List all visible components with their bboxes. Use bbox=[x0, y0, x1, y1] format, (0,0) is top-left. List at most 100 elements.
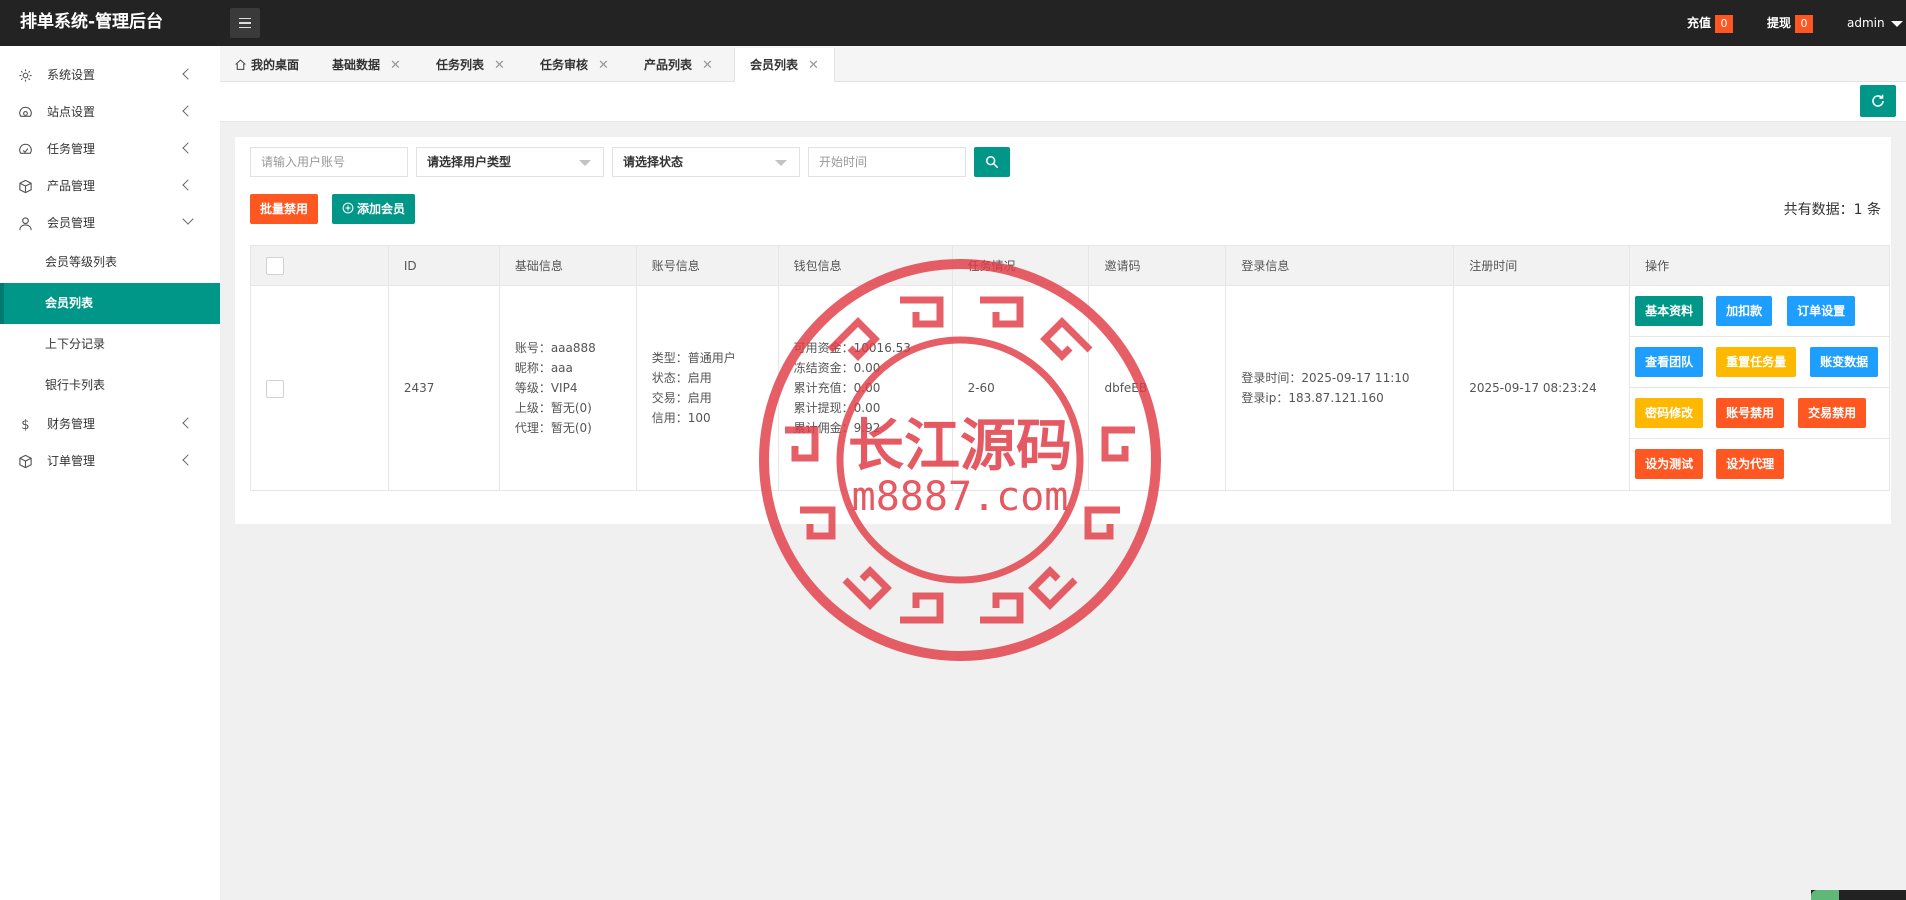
dropdown-arrow-icon bbox=[775, 160, 787, 166]
search-icon bbox=[985, 155, 999, 169]
sidebar-item-member-management[interactable]: 会员管理 bbox=[0, 205, 220, 242]
tab-label: 任务审核 bbox=[540, 58, 589, 72]
sidebar-item-label: 产品管理 bbox=[47, 179, 96, 193]
username: admin bbox=[1847, 16, 1885, 30]
home-icon bbox=[235, 59, 246, 70]
status-select[interactable]: 请选择状态 bbox=[612, 147, 800, 177]
cell-register-time: 2025-09-17 08:23:24 bbox=[1453, 285, 1631, 491]
balance-change-button[interactable]: 账变数据 bbox=[1810, 347, 1879, 377]
withdraw-label: 提现 bbox=[1767, 16, 1792, 30]
cell-task: 2-60 bbox=[951, 285, 1090, 491]
sidebar-item-system-settings[interactable]: 系统设置 bbox=[0, 57, 220, 94]
svg-text:$: $ bbox=[21, 418, 29, 432]
tab-member-list[interactable]: 会员列表 ✕ bbox=[734, 48, 835, 83]
top-header: 排单系统-管理后台 充值 0 提现 0 admin bbox=[0, 0, 1906, 46]
sidebar-subitem-member-levels[interactable]: 会员等级列表 bbox=[0, 242, 220, 283]
reset-tasks-button[interactable]: 重置任务量 bbox=[1716, 347, 1797, 377]
basic-account: 账号：aaa888 bbox=[514, 341, 596, 355]
tab-basic-data[interactable]: 基础数据 ✕ bbox=[332, 48, 401, 82]
account-type: 类型：普通用户 bbox=[651, 351, 736, 365]
start-time-input[interactable]: 开始时间 bbox=[808, 147, 966, 177]
product-icon bbox=[19, 179, 32, 194]
sidebar-subitem-balance-records[interactable]: 上下分记录 bbox=[0, 324, 220, 365]
op-row: 基本资料 加扣款 订单设置 bbox=[1630, 286, 1889, 337]
cell-wallet-info: 可用资金：10016.53 冻结资金：0.00 累计充值：0.00 累计提现：0… bbox=[777, 285, 953, 491]
member-table: ID 基础信息 账号信息 钱包信息 任务情况 邀请码 登录信息 注册时间 操作 … bbox=[250, 245, 1890, 491]
select-all-checkbox[interactable] bbox=[266, 256, 284, 275]
column-header: 基础信息 bbox=[498, 245, 637, 286]
plus-circle-icon bbox=[342, 202, 354, 214]
basic-nickname: 昵称：aaa bbox=[514, 361, 573, 375]
sidebar-item-product-management[interactable]: 产品管理 bbox=[0, 168, 220, 205]
sidebar-item-order-management[interactable]: 订单管理 bbox=[0, 443, 220, 480]
add-member-button[interactable]: 添加会员 bbox=[332, 194, 416, 224]
basic-profile-button[interactable]: 基本资料 bbox=[1635, 296, 1704, 326]
cell-account-info: 类型：普通用户 状态：启用 交易：启用 信用：100 bbox=[635, 285, 779, 491]
sidebar-subitem-member-list[interactable]: 会员列表 bbox=[0, 283, 220, 324]
tab-bar: 我的桌面 基础数据 ✕ 任务列表 ✕ 任务审核 ✕ 产品列表 ✕ 会员列表 ✕ bbox=[220, 46, 1906, 83]
member-list-panel: 请输入用户账号 请选择用户类型 请选择状态 开始时间 批量禁用 添加会员 共有数… bbox=[235, 137, 1891, 524]
sidebar-item-label: 站点设置 bbox=[47, 105, 96, 119]
sidebar-item-finance-management[interactable]: $ 财务管理 bbox=[0, 406, 220, 443]
sidebar-item-task-management[interactable]: 任务管理 bbox=[0, 131, 220, 168]
adjust-balance-button[interactable]: 加扣款 bbox=[1716, 296, 1773, 326]
app-title: 排单系统-管理后台 bbox=[20, 12, 164, 32]
set-agent-button[interactable]: 设为代理 bbox=[1716, 449, 1785, 479]
op-row: 密码修改 账号禁用 交易禁用 bbox=[1630, 388, 1889, 439]
tab-product-list[interactable]: 产品列表 ✕ bbox=[644, 48, 713, 82]
recharge-link[interactable]: 充值 0 bbox=[1687, 0, 1734, 46]
cell-invite-code: dbfeEB bbox=[1088, 285, 1227, 491]
tab-label: 会员列表 bbox=[750, 58, 799, 72]
tab-my-desktop[interactable]: 我的桌面 bbox=[234, 48, 299, 82]
chevron-left-icon bbox=[182, 68, 194, 80]
account-credit: 信用：100 bbox=[651, 411, 711, 425]
select-all-cell bbox=[250, 245, 389, 286]
disable-account-button[interactable]: 账号禁用 bbox=[1716, 398, 1785, 428]
task-icon bbox=[19, 143, 32, 154]
op-row: 设为测试 设为代理 bbox=[1630, 439, 1889, 490]
chevron-left-icon bbox=[182, 142, 194, 154]
sidebar-subitem-bank-cards[interactable]: 银行卡列表 bbox=[0, 365, 220, 406]
refresh-button[interactable] bbox=[1860, 85, 1896, 117]
wallet-total-commission: 累计佣金：9.92 bbox=[793, 421, 881, 435]
basic-parent: 上级：暂无(0) bbox=[514, 401, 592, 415]
corner-widget bbox=[1811, 890, 1906, 900]
close-icon[interactable]: ✕ bbox=[390, 58, 401, 73]
refresh-icon bbox=[1872, 94, 1884, 107]
sidebar-item-site-settings[interactable]: 站点设置 bbox=[0, 94, 220, 131]
user-type-value: 请选择用户类型 bbox=[427, 155, 512, 169]
close-icon[interactable]: ✕ bbox=[494, 58, 505, 73]
row-checkbox[interactable] bbox=[266, 379, 284, 398]
close-icon[interactable]: ✕ bbox=[598, 58, 609, 73]
account-search-input[interactable]: 请输入用户账号 bbox=[250, 147, 408, 177]
site-icon bbox=[19, 106, 32, 117]
chevron-left-icon bbox=[182, 417, 194, 429]
column-header: ID bbox=[387, 245, 500, 286]
batch-disable-button[interactable]: 批量禁用 bbox=[250, 194, 319, 224]
gear-icon bbox=[19, 69, 32, 82]
withdraw-link[interactable]: 提现 0 bbox=[1767, 0, 1814, 46]
column-header: 注册时间 bbox=[1453, 245, 1631, 286]
sidebar: 系统设置 站点设置 任务管理 产品管理 会员管理 会员等级列表 会员列表 上下分… bbox=[0, 46, 220, 900]
table-row: 2437 账号：aaa888 昵称：aaa 等级：VIP4 上级：暂无(0) 代… bbox=[250, 285, 1890, 491]
total-count: 共有数据：1 条 bbox=[1783, 202, 1881, 218]
order-settings-button[interactable]: 订单设置 bbox=[1787, 296, 1856, 326]
user-menu[interactable]: admin bbox=[1847, 0, 1903, 46]
change-password-button[interactable]: 密码修改 bbox=[1635, 398, 1704, 428]
cell-id: 2437 bbox=[387, 285, 500, 491]
view-team-button[interactable]: 查看团队 bbox=[1635, 347, 1704, 377]
set-test-button[interactable]: 设为测试 bbox=[1635, 449, 1704, 479]
add-member-label: 添加会员 bbox=[357, 202, 406, 216]
user-type-select[interactable]: 请选择用户类型 bbox=[416, 147, 604, 177]
tab-label: 我的桌面 bbox=[251, 58, 300, 72]
search-button[interactable] bbox=[974, 147, 1010, 177]
menu-toggle-button[interactable] bbox=[230, 8, 260, 38]
login-ip: 登录ip：183.87.121.160 bbox=[1241, 391, 1384, 405]
close-icon[interactable]: ✕ bbox=[808, 58, 819, 73]
account-trade: 交易：启用 bbox=[651, 391, 712, 405]
tab-task-list[interactable]: 任务列表 ✕ bbox=[436, 48, 505, 82]
basic-agent: 代理：暂无(0) bbox=[514, 421, 592, 435]
disable-trade-button[interactable]: 交易禁用 bbox=[1798, 398, 1867, 428]
tab-task-review[interactable]: 任务审核 ✕ bbox=[540, 48, 609, 82]
close-icon[interactable]: ✕ bbox=[702, 58, 713, 73]
